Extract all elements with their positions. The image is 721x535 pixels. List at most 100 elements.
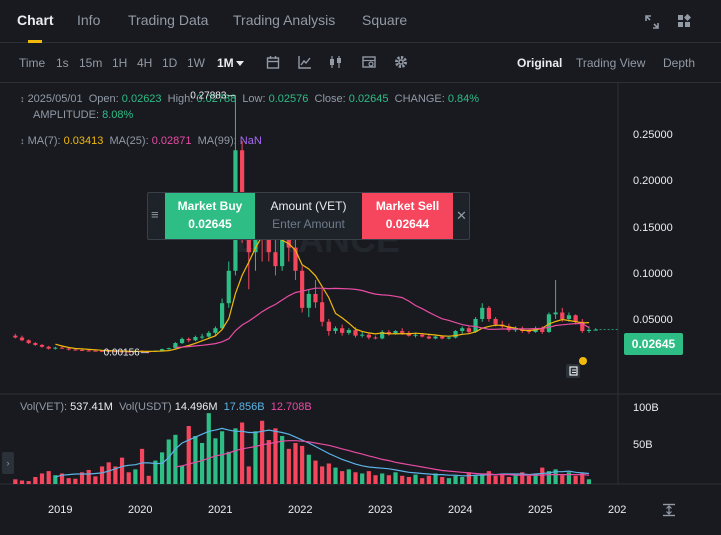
current-price-tag: 0.02645	[624, 333, 683, 355]
tab-trading-data[interactable]: Trading Data	[128, 12, 208, 28]
interval-time[interactable]: Time	[19, 56, 45, 70]
candle-body	[59, 347, 65, 349]
x-tick: 2020	[128, 504, 153, 516]
candle-body	[473, 318, 478, 332]
candle-body	[300, 270, 305, 308]
volume-bar	[493, 475, 498, 484]
interval-4h[interactable]: 4H	[137, 56, 152, 70]
volume-bar	[320, 466, 325, 484]
drag-handle-icon[interactable]: ≡	[151, 207, 159, 222]
volume-bar	[446, 478, 451, 484]
template-icon[interactable]	[362, 55, 376, 69]
candle-body	[413, 334, 418, 336]
candle-body	[179, 338, 185, 344]
volume-bar	[420, 478, 425, 484]
interval-1d[interactable]: 1D	[162, 56, 177, 70]
notification-bell-icon[interactable]	[565, 356, 589, 380]
tab-info[interactable]: Info	[77, 12, 100, 28]
volume-tick: 100B	[633, 402, 659, 414]
volume-bar	[453, 475, 458, 484]
interval-1m-selected[interactable]: 1M	[217, 56, 234, 70]
interval-1h[interactable]: 1H	[112, 56, 127, 70]
tab-chart[interactable]: Chart	[17, 12, 54, 28]
volume-bar	[313, 460, 318, 484]
candle-body	[333, 328, 338, 332]
candle-body	[420, 334, 425, 337]
candle-body	[360, 334, 365, 336]
price-chart[interactable]: BINANCE 0.278830.00156	[0, 82, 721, 535]
x-tick: 2024	[448, 504, 473, 516]
price-tick: 0.20000	[633, 175, 673, 187]
expand-panel-arrow-icon[interactable]: ›	[2, 452, 14, 474]
interval-15m[interactable]: 15m	[79, 56, 102, 70]
fullscreen-icon[interactable]	[645, 15, 659, 29]
candle-body	[526, 331, 532, 333]
fit-height-icon[interactable]	[662, 503, 676, 517]
settings-gear-icon[interactable]	[394, 55, 408, 69]
candle-body	[373, 337, 378, 339]
candle-body	[340, 328, 345, 333]
price-tick: 0.25000	[633, 129, 673, 141]
close-icon[interactable]: ✕	[456, 208, 467, 224]
calendar-icon[interactable]	[266, 55, 280, 69]
volume-bar	[300, 445, 305, 484]
market-sell-price: 0.02644	[385, 217, 430, 231]
interval-1w[interactable]: 1W	[187, 56, 205, 70]
indicator-icon[interactable]	[298, 55, 312, 69]
candle-body	[226, 270, 231, 304]
candle-body	[19, 337, 25, 341]
price-tick: 0.05000	[633, 314, 673, 326]
volume-bar	[333, 467, 338, 484]
volume-bar	[179, 465, 185, 484]
candle-body	[553, 312, 558, 315]
volume-bar	[39, 473, 45, 484]
volume-bar	[199, 443, 205, 484]
volume-bar	[386, 475, 391, 484]
market-sell-button[interactable]: Market Sell 0.02644	[362, 193, 453, 239]
tab-square[interactable]: Square	[362, 12, 407, 28]
candle-body	[353, 330, 358, 336]
volume-bar	[99, 466, 105, 484]
candle-body	[426, 336, 431, 339]
view-depth[interactable]: Depth	[663, 56, 695, 70]
candle-body	[446, 337, 451, 339]
price-tick: 0.15000	[633, 222, 673, 234]
view-trading-view[interactable]: Trading View	[576, 56, 645, 70]
volume-bar	[413, 474, 418, 484]
candle-body	[66, 348, 71, 350]
amount-input-area[interactable]: Amount (VET) Enter Amount	[255, 193, 362, 239]
chevron-down-icon[interactable]	[236, 61, 244, 67]
tab-trading-analysis[interactable]: Trading Analysis	[233, 12, 335, 28]
amount-placeholder[interactable]: Enter Amount	[255, 217, 362, 231]
volume-bar	[266, 440, 271, 484]
candle-style-icon[interactable]	[329, 55, 343, 69]
candle-body	[480, 307, 485, 319]
interval-1s[interactable]: 1s	[56, 56, 69, 70]
volume-bar	[346, 469, 351, 484]
volume-bar	[86, 469, 91, 484]
volume-bar	[466, 472, 471, 484]
volume-bar	[119, 457, 125, 484]
quick-trade-panel: ≡ Market Buy 0.02645 Amount (VET) Enter …	[147, 192, 470, 240]
x-tick: 2023	[368, 504, 393, 516]
volume-bar	[226, 451, 231, 484]
market-buy-button[interactable]: Market Buy 0.02645	[165, 193, 255, 239]
candle-body	[306, 293, 311, 308]
candle-body	[33, 343, 38, 345]
price-tick: 0.10000	[633, 268, 673, 280]
candle-body	[213, 328, 218, 333]
layout-grid-icon[interactable]	[677, 14, 691, 28]
candle-body	[193, 337, 198, 341]
volume-bar	[373, 475, 378, 484]
volume-bar	[233, 428, 238, 484]
volume-bar	[173, 434, 178, 484]
vol-usdt-value: 14.496M	[174, 401, 218, 413]
volume-bar	[366, 471, 371, 484]
candle-body	[73, 349, 78, 351]
volume-bar	[360, 473, 365, 484]
candle-body	[79, 350, 85, 352]
volume-bar	[280, 435, 285, 484]
candle-body	[86, 350, 91, 352]
view-original[interactable]: Original	[517, 56, 562, 70]
vol-ma2-value: 12.708B	[270, 401, 312, 413]
